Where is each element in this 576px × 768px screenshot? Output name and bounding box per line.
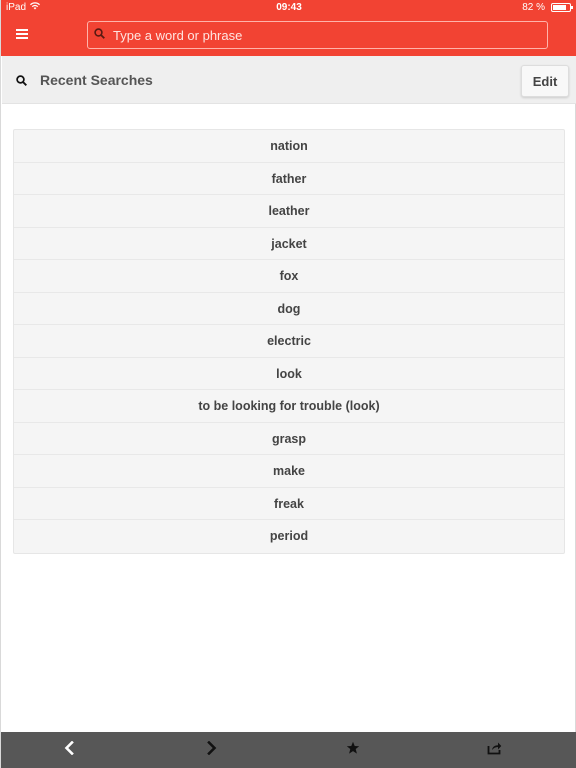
battery-fill xyxy=(553,5,567,10)
forward-button[interactable] xyxy=(202,740,222,760)
search-input[interactable] xyxy=(111,23,547,47)
recent-searches-header: Recent Searches Edit xyxy=(2,56,576,104)
status-bar: iPad 09:43 82 % xyxy=(1,0,576,16)
list-item[interactable]: make xyxy=(14,455,564,488)
list-item[interactable]: nation xyxy=(14,130,564,163)
battery-icon xyxy=(551,3,573,12)
search-box[interactable] xyxy=(87,21,548,49)
share-icon xyxy=(487,741,502,760)
battery-percent: 82 % xyxy=(522,2,545,13)
back-button[interactable] xyxy=(59,740,79,760)
list-item[interactable]: freak xyxy=(14,488,564,520)
list-item[interactable]: jacket xyxy=(14,228,564,260)
hamburger-icon xyxy=(16,26,28,44)
back-icon xyxy=(64,740,74,760)
list-item[interactable]: fox xyxy=(14,260,564,293)
list-item[interactable]: period xyxy=(14,520,564,553)
forward-icon xyxy=(207,740,217,760)
list-item[interactable]: father xyxy=(14,163,564,195)
list-item[interactable]: leather xyxy=(14,195,564,228)
menu-button[interactable] xyxy=(11,24,33,46)
list-item[interactable]: look xyxy=(14,358,564,390)
bottom-toolbar xyxy=(1,732,576,768)
page-title: Recent Searches xyxy=(40,72,153,88)
edit-button[interactable]: Edit xyxy=(521,65,569,97)
status-right: 82 % xyxy=(522,2,573,13)
recent-searches-list: nation father leather jacket fox dog electric l… xyxy=(13,129,565,554)
status-time: 09:43 xyxy=(276,2,302,13)
list-item[interactable]: to be looking for trouble (look) xyxy=(14,390,564,423)
list-item[interactable]: dog xyxy=(14,293,564,325)
favorite-button[interactable] xyxy=(343,740,363,760)
share-button[interactable] xyxy=(484,740,504,760)
star-icon xyxy=(346,741,360,760)
app-frame: iPad 09:43 82 % Type a word or phrase Re… xyxy=(0,0,576,768)
search-icon xyxy=(16,73,27,91)
list-item[interactable]: grasp xyxy=(14,423,564,455)
list-item[interactable]: electric xyxy=(14,325,564,358)
search-icon xyxy=(94,26,105,44)
top-toolbar xyxy=(1,16,576,56)
